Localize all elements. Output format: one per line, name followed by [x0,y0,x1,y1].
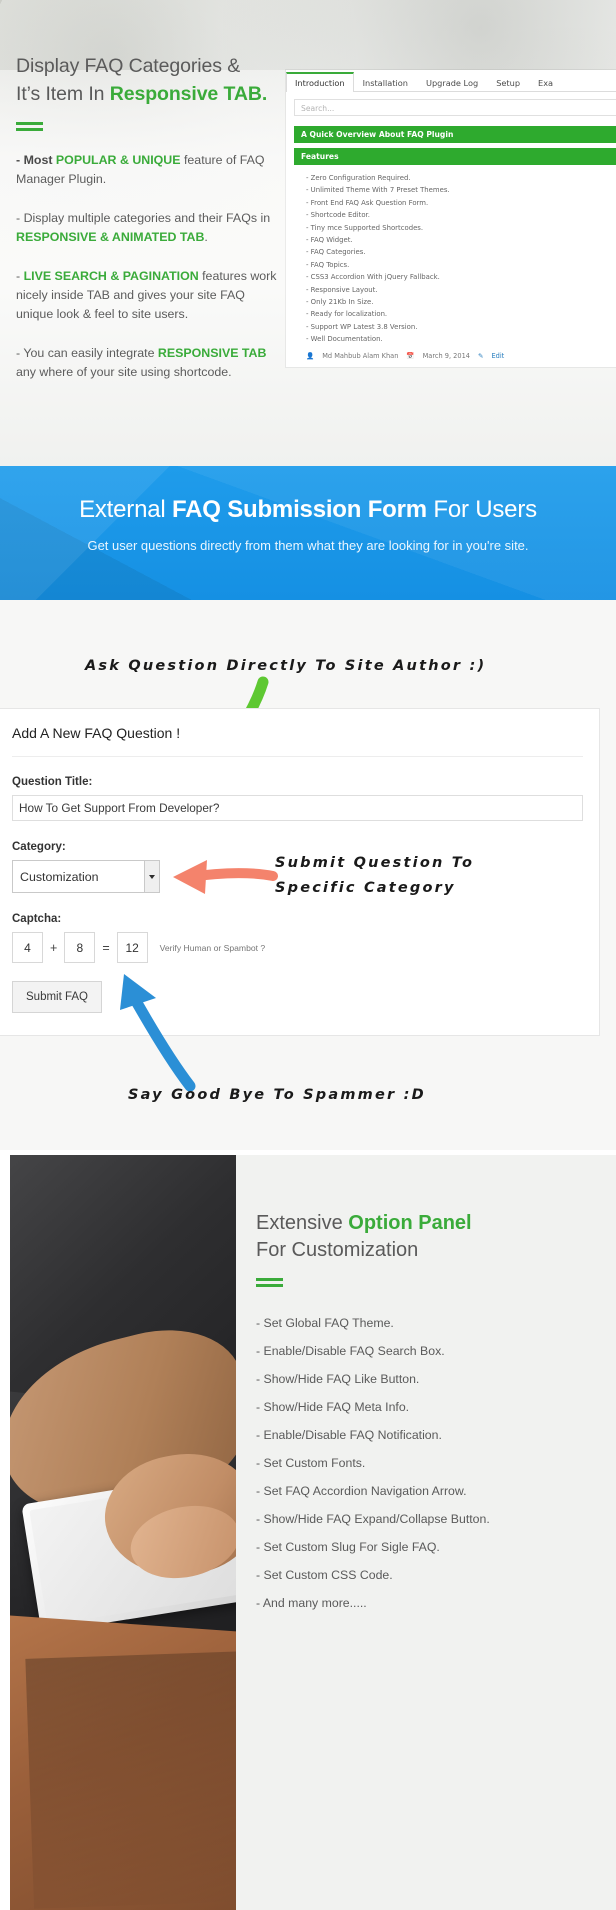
meta-date: March 9, 2014 [422,351,470,360]
list-item: - FAQ Categories. [306,248,366,257]
hero-bullet-3: - LIVE SEARCH & PAGINATION features work… [16,269,277,321]
plugin-tab-bar: Introduction Installation Upgrade Log Se… [286,70,616,92]
hero-title-line1: Display FAQ Categories & [16,55,241,77]
tab-introduction[interactable]: Introduction [286,72,354,92]
edit-icon[interactable]: ✎ [478,352,484,360]
author-icon: 👤 [306,351,315,360]
captcha-operator: + [50,940,58,955]
list-item: - Enable/Disable FAQ Search Box. [256,1344,445,1358]
option-panel-title: Extensive Option Panel For Customization [256,1212,472,1261]
meta-edit-link[interactable]: Edit [492,352,505,360]
features-heading-bar: Features [294,148,616,165]
tab-installation[interactable]: Installation [354,73,417,92]
list-item: - Zero Configuration Required. [306,174,411,182]
green-divider-icon [256,1278,283,1287]
banner-subtitle: Get user questions directly from them wh… [87,538,529,553]
tab-setup[interactable]: Setup [487,73,529,92]
question-title-label: Question Title: [12,776,93,788]
list-item: - FAQ Widget. [306,236,353,245]
category-selected-value: Customization [20,869,99,884]
hero-title: Display FAQ Categories & It’s Item In Re… [16,52,284,108]
option-list: - Set Global FAQ Theme. - Enable/Disable… [256,1309,616,1617]
tab-upgrade-log[interactable]: Upgrade Log [417,73,487,92]
list-item: - Set Custom CSS Code. [256,1568,393,1582]
calendar-icon: 📅 [406,351,415,360]
plugin-screenshot-panel: Introduction Installation Upgrade Log Se… [286,70,616,367]
plugin-post-meta: 👤 Md Mahbub Alam Khan 📅 March 9, 2014 ✎ Edi… [294,352,616,360]
green-divider-icon [16,122,43,131]
list-item: - Set Custom Slug For Sigle FAQ. [256,1540,440,1554]
annotation-bottom: Say Good Bye To Spammer :D [128,1087,426,1103]
list-item: - FAQ Topics. [306,260,350,269]
list-item: - CSS3 Accordion With jQuery Fallback. [306,273,440,282]
banner-title: External FAQ Submission Form For Users [79,496,537,523]
plugin-search-input[interactable]: Search... [294,99,616,116]
form-title: Add A New FAQ Question ! [12,725,181,741]
meta-author: Md Mahbub Alam Khan [322,351,399,360]
captcha-answer-input[interactable]: 12 [116,932,148,963]
list-item: - Responsive Layout. [306,285,378,294]
tab-examples[interactable]: Exa [529,73,562,92]
hero-copy: Display FAQ Categories & It’s Item In Re… [16,52,284,382]
captcha-label: Captcha: [12,913,62,925]
captcha-hint: Verify Human or Spambot ? [159,942,266,953]
blue-arrow-icon [120,974,196,1092]
list-item: - Support WP Latest 3.8 Version. [306,322,418,331]
list-item: - Set FAQ Accordion Navigation Arrow. [256,1484,467,1498]
annotation-top: Ask Question Directly To Site Author :) [85,658,487,674]
captcha-row: 4 + 8 = 12 Verify Human or Spambot ? [12,932,583,963]
divider [12,756,583,757]
hero-bullet-1: - Most POPULAR & UNIQUE feature of FAQ M… [16,153,265,186]
hero-bullet-2: - Display multiple categories and their … [16,211,271,244]
list-item: - Only 21Kb In Size. [306,298,374,307]
captcha-operand-a: 4 [12,932,43,963]
submit-faq-button[interactable]: Submit FAQ [12,981,102,1013]
option-panel-copy: Extensive Option Panel For Customization… [236,1155,616,1910]
blue-banner-section: External FAQ Submission Form For Users G… [0,466,616,600]
list-item: - Set Global FAQ Theme. [256,1316,394,1330]
list-item: - Show/Hide FAQ Like Button. [256,1372,420,1386]
list-item: - Show/Hide FAQ Expand/Collapse Button. [256,1512,490,1526]
hero-bullet-4: - You can easily integrate RESPONSIVE TA… [16,346,267,379]
captcha-operand-b: 8 [64,932,96,963]
list-item: - Set Custom Fonts. [256,1456,366,1470]
hands-tablet-photo [10,1155,236,1910]
category-select[interactable]: Customization [12,860,160,893]
question-title-input[interactable] [12,795,583,821]
list-item: - Front End FAQ Ask Question Form. [306,198,429,207]
plugin-features-list: - Zero Configuration Required. - Unlimit… [294,172,616,346]
overview-heading-bar: A Quick Overview About FAQ Plugin [294,126,616,143]
marketing-page: Display FAQ Categories & It’s Item In Re… [0,0,616,1910]
option-panel-section: Extensive Option Panel For Customization… [0,1150,616,1910]
list-item: - Unlimited Theme With 7 Preset Themes. [306,186,450,195]
hero-title-line2-plain: It’s Item In [16,83,110,105]
list-item: - Well Documentation. [306,335,383,344]
list-item: - Ready for localization. [306,310,388,319]
list-item: - Shortcode Editor. [306,211,370,220]
list-item: - Enable/Disable FAQ Notification. [256,1428,442,1442]
annotation-right: Submit Question To Specific Category [275,855,475,896]
form-section: Ask Question Directly To Site Author :) … [0,600,616,1150]
list-item: - Tiny mce Supported Shortcodes. [306,223,424,232]
hero-section: Display FAQ Categories & It’s Item In Re… [0,0,616,466]
hero-title-accent: Responsive TAB. [109,83,268,105]
salmon-arrow-icon [173,860,278,894]
list-item: - Show/Hide FAQ Meta Info. [256,1400,410,1414]
captcha-equals: = [102,940,110,955]
list-item: - And many more..... [256,1596,367,1610]
